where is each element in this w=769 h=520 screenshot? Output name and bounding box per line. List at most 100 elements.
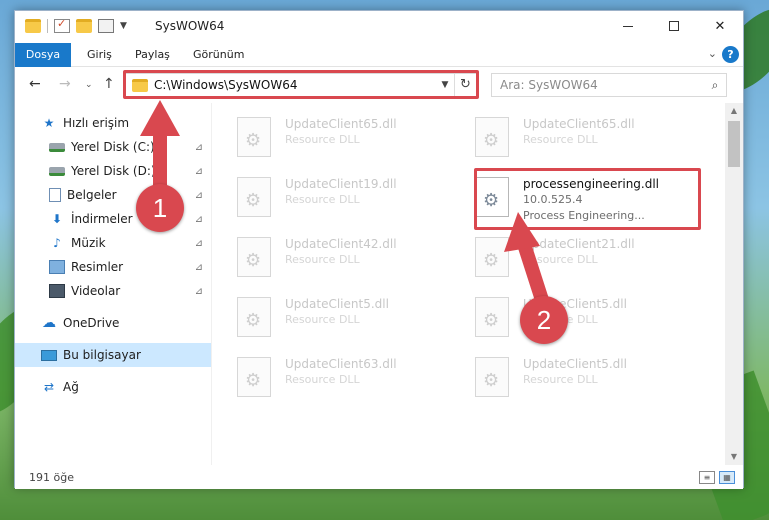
videos-icon <box>49 284 65 298</box>
list-item[interactable]: UpdateClient65.dll Resource DLL <box>215 111 445 161</box>
disk-icon <box>49 142 65 152</box>
sidebar-item-local-disk-d[interactable]: Yerel Disk (D:) ⊿ <box>15 159 211 183</box>
sidebar-item-label: İndirmeler <box>71 212 133 226</box>
back-button[interactable]: ← <box>29 76 41 92</box>
file-name: UpdateClient65.dll <box>523 117 635 131</box>
sidebar-item-videos[interactable]: Videolar ⊿ <box>15 279 211 303</box>
new-folder-icon[interactable] <box>76 19 92 33</box>
dll-file-icon <box>475 297 509 337</box>
star-icon: ★ <box>43 116 55 130</box>
item-count: 191 öğe <box>29 471 74 484</box>
navigation-pane: ★ Hızlı erişim Yerel Disk (C:) ⊿ Yerel D… <box>15 103 211 465</box>
sidebar-item-this-pc[interactable]: Bu bilgisayar <box>15 343 211 367</box>
window-title: SysWOW64 <box>155 19 225 33</box>
sidebar-item-label: Müzik <box>71 236 106 250</box>
list-item[interactable]: UpdateClient5.dll Resource DLL <box>453 351 683 401</box>
tab-view[interactable]: Görünüm <box>183 43 254 67</box>
search-icon[interactable]: ⌕ <box>704 78 726 93</box>
search-input[interactable]: Ara: SysWOW64 ⌕ <box>491 73 727 97</box>
scroll-down-icon[interactable]: ▼ <box>725 449 743 465</box>
explorer-window: ▼ SysWOW64 ✕ Dosya Giriş Paylaş Görünüm … <box>14 10 744 489</box>
tiles-view-icon[interactable]: ▦ <box>719 471 735 484</box>
forward-button[interactable]: → <box>59 76 71 92</box>
pictures-icon <box>49 260 65 274</box>
list-item[interactable]: UpdateClient19.dll Resource DLL <box>215 171 445 221</box>
pin-icon[interactable]: ⊿ <box>195 214 203 225</box>
file-name: UpdateClient19.dll <box>285 177 397 191</box>
up-button[interactable]: ↑ <box>103 76 115 92</box>
pin-icon[interactable]: ⊿ <box>195 190 203 201</box>
pin-icon[interactable]: ⊿ <box>195 238 203 249</box>
file-name: UpdateClient5.dll <box>285 297 389 311</box>
documents-icon <box>49 188 61 202</box>
file-name: UpdateClient63.dll <box>285 357 397 371</box>
close-button[interactable]: ✕ <box>697 11 743 41</box>
help-icon[interactable]: ? <box>722 46 739 63</box>
file-name: UpdateClient65.dll <box>285 117 397 131</box>
ribbon-tabs: Dosya Giriş Paylaş Görünüm ⌄ ? <box>15 43 743 67</box>
sidebar-item-label: Yerel Disk (C:) <box>71 140 155 154</box>
sidebar-item-label: Bu bilgisayar <box>63 348 141 362</box>
dll-file-icon <box>237 177 271 217</box>
file-name: UpdateClient21.dll <box>523 237 635 251</box>
sidebar-item-label: Hızlı erişim <box>63 116 130 130</box>
tab-share[interactable]: Paylaş <box>125 43 180 67</box>
minimize-icon <box>623 25 633 27</box>
list-item[interactable]: UpdateClient63.dll Resource DLL <box>215 351 445 401</box>
scrollbar-thumb[interactable] <box>728 121 740 167</box>
list-item[interactable]: UpdateClient65.dll Resource DLL <box>453 111 683 161</box>
scroll-up-icon[interactable]: ▲ <box>725 103 743 119</box>
pin-icon[interactable]: ⊿ <box>195 262 203 273</box>
sidebar-item-network[interactable]: ⇄ Ağ <box>15 375 211 399</box>
dll-file-icon <box>475 237 509 277</box>
pin-icon[interactable]: ⊿ <box>195 286 203 297</box>
network-icon: ⇄ <box>43 380 55 394</box>
toolbar-separator <box>47 19 48 33</box>
list-item[interactable]: UpdateClient5.dll Resource DLL <box>453 291 683 341</box>
maximize-button[interactable] <box>651 11 697 41</box>
sidebar-item-quick-access[interactable]: ★ Hızlı erişim <box>15 111 211 135</box>
list-item[interactable]: UpdateClient42.dll Resource DLL <box>215 231 445 281</box>
minimize-button[interactable] <box>605 11 651 41</box>
search-placeholder: Ara: SysWOW64 <box>500 78 598 92</box>
list-item[interactable]: UpdateClient21.dll Resource DLL <box>453 231 683 281</box>
navigation-row: ← → ⌄ ↑ C:\Windows\SysWOW64 ▼ ↻ Ara: Sys… <box>15 68 743 102</box>
sidebar-item-label: Resimler <box>71 260 124 274</box>
tab-file[interactable]: Dosya <box>15 43 71 67</box>
sidebar-item-onedrive[interactable]: ☁ OneDrive <box>15 311 211 335</box>
status-bar: 191 öğe ≡ ▦ <box>15 467 743 489</box>
maximize-icon <box>669 21 679 31</box>
step-1-badge: 1 <box>136 184 184 232</box>
file-name: UpdateClient42.dll <box>285 237 397 251</box>
recent-locations-icon[interactable]: ⌄ <box>85 80 93 90</box>
list-item[interactable]: UpdateClient5.dll Resource DLL <box>215 291 445 341</box>
vertical-scrollbar[interactable]: ▲ ▼ <box>725 103 743 465</box>
expand-ribbon-icon[interactable]: ⌄ <box>708 47 717 60</box>
chevron-down-icon[interactable]: ▼ <box>120 21 127 31</box>
sidebar-item-music[interactable]: ♪ Müzik ⊿ <box>15 231 211 255</box>
pin-icon[interactable]: ⊿ <box>195 166 203 177</box>
sidebar-item-pictures[interactable]: Resimler ⊿ <box>15 255 211 279</box>
dll-file-icon <box>475 117 509 157</box>
properties-check-icon[interactable] <box>54 17 70 33</box>
dll-file-icon <box>237 237 271 277</box>
title-bar: ▼ SysWOW64 ✕ <box>15 11 743 43</box>
file-description: Resource DLL <box>523 373 598 386</box>
file-description: Resource DLL <box>285 133 360 146</box>
sidebar-item-label: Belgeler <box>67 188 117 202</box>
file-name: UpdateClient5.dll <box>523 357 627 371</box>
details-view-icon[interactable]: ≡ <box>699 471 715 484</box>
pane-divider[interactable] <box>211 103 212 465</box>
tab-home[interactable]: Giriş <box>77 43 122 67</box>
file-description: Resource DLL <box>285 253 360 266</box>
customize-icon[interactable] <box>98 19 114 33</box>
file-description: Resource DLL <box>285 313 360 326</box>
pin-icon[interactable]: ⊿ <box>195 142 203 153</box>
disk-icon <box>49 166 65 176</box>
dll-file-icon <box>237 297 271 337</box>
dll-file-icon <box>475 357 509 397</box>
file-highlight-box <box>474 168 701 230</box>
close-icon: ✕ <box>714 18 726 34</box>
sidebar-item-label: Yerel Disk (D:) <box>71 164 156 178</box>
sidebar-item-local-disk-c[interactable]: Yerel Disk (C:) ⊿ <box>15 135 211 159</box>
